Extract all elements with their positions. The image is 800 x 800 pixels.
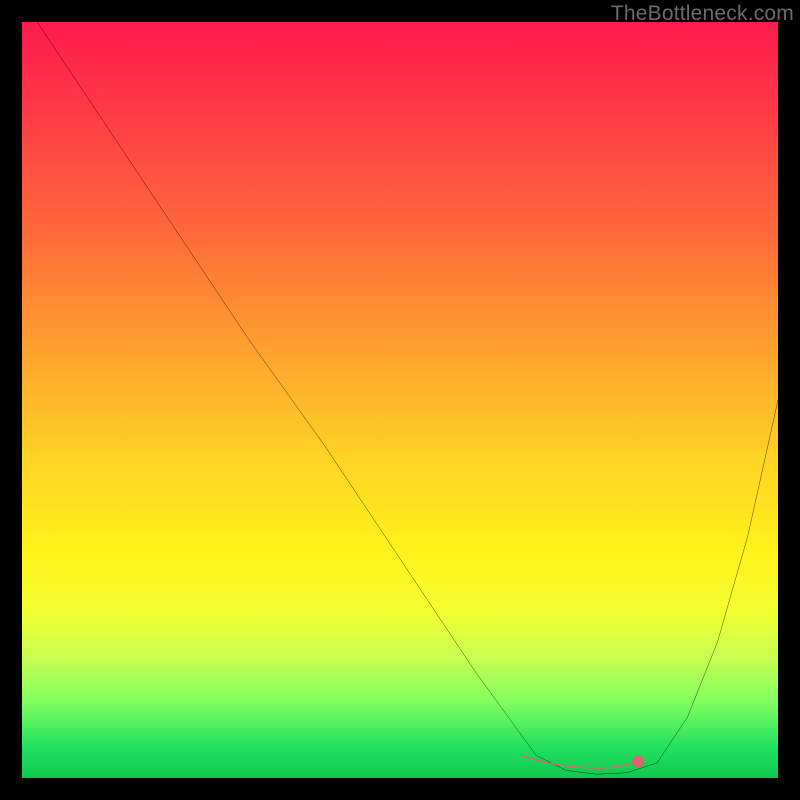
chart-svg [22, 22, 778, 778]
chart-frame: TheBottleneck.com [0, 0, 800, 800]
chart-plot-area [22, 22, 778, 778]
bottleneck-curve [37, 22, 778, 774]
watermark-text: TheBottleneck.com [611, 2, 794, 26]
optimal-zone-highlight [521, 755, 638, 768]
optimal-zone-endpoint [632, 755, 644, 767]
